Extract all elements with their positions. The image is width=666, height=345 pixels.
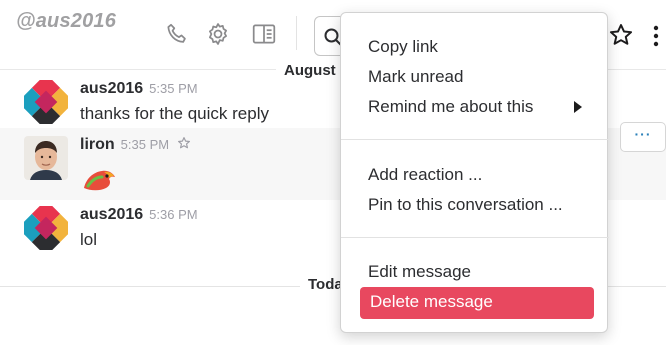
- aus2016-avatar-image: [24, 80, 68, 124]
- avatar[interactable]: [24, 206, 68, 250]
- submenu-arrow-icon: [574, 101, 582, 113]
- more-actions-button[interactable]: ···: [620, 122, 666, 152]
- message-context-menu: Copy link Mark unread Remind me about th…: [340, 12, 609, 333]
- header-divider: [296, 16, 297, 50]
- channel-title[interactable]: @aus2016: [16, 10, 116, 33]
- menu-item-pin-conversation[interactable]: Pin to this conversation ...: [368, 195, 563, 215]
- menu-item-delete-message[interactable]: Delete message: [360, 287, 594, 319]
- avatar[interactable]: [24, 80, 68, 124]
- liron-avatar-image: [24, 136, 68, 180]
- sender-name[interactable]: aus2016: [80, 206, 143, 223]
- message-text: thanks for the quick reply: [80, 104, 269, 123]
- gear-icon[interactable]: [205, 21, 231, 47]
- kebab-menu-icon[interactable]: [652, 24, 660, 48]
- sender-name[interactable]: liron: [80, 136, 115, 153]
- message-timestamp[interactable]: 5:35 PM: [149, 81, 197, 96]
- menu-separator: [341, 139, 609, 140]
- message-sender[interactable]: aus2016 5:35 PM: [80, 80, 198, 98]
- menu-item-edit-message[interactable]: Edit message: [368, 262, 471, 282]
- message-text: lol: [80, 230, 98, 249]
- message-sender[interactable]: liron 5:35 PM: [80, 136, 191, 154]
- parrot-emoji: [80, 162, 120, 192]
- menu-item-mark-unread[interactable]: Mark unread: [368, 67, 463, 87]
- sender-name[interactable]: aus2016: [80, 80, 143, 97]
- sidebar-panel-icon[interactable]: [251, 21, 277, 47]
- menu-separator: [341, 237, 609, 238]
- avatar[interactable]: [24, 136, 68, 180]
- aus2016-avatar-image: [24, 206, 68, 250]
- message-sender[interactable]: aus2016 5:36 PM: [80, 206, 198, 224]
- star-icon[interactable]: [177, 136, 191, 150]
- delete-message-label: Delete message: [370, 292, 493, 311]
- menu-item-remind-me[interactable]: Remind me about this: [368, 97, 533, 117]
- menu-item-add-reaction[interactable]: Add reaction ...: [368, 165, 482, 185]
- phone-icon[interactable]: [164, 21, 190, 47]
- message-timestamp[interactable]: 5:36 PM: [149, 207, 197, 222]
- menu-item-copy-link[interactable]: Copy link: [368, 37, 438, 57]
- message-timestamp[interactable]: 5:35 PM: [121, 137, 169, 152]
- star-icon[interactable]: [608, 22, 634, 48]
